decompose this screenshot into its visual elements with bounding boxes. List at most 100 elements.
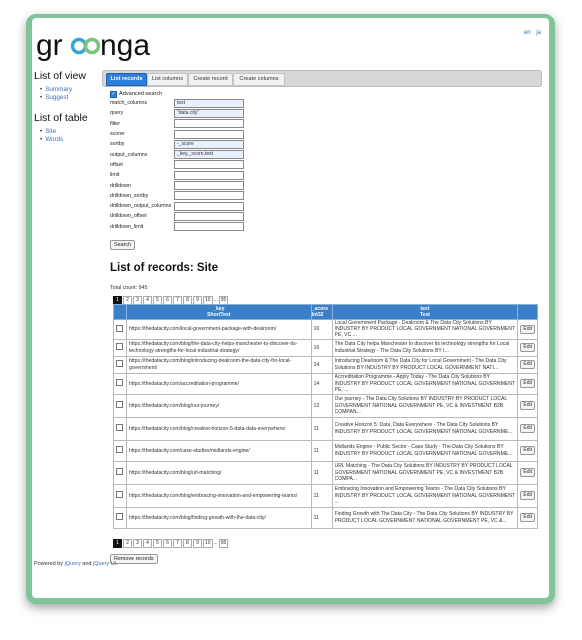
lang-en-link[interactable]: en	[524, 30, 531, 36]
field-input-drilldown-output-columns[interactable]	[174, 201, 244, 211]
form-row: drilldown	[110, 180, 310, 191]
tab-list-records[interactable]: List records	[106, 73, 147, 86]
edit-button[interactable]: Edit	[520, 513, 535, 523]
row-checkbox[interactable]	[116, 360, 124, 367]
key-cell: https://thedatacity.com/blog/url-matchin…	[125, 460, 312, 485]
main-panel: List records List columns Create record …	[102, 70, 542, 564]
pager-page[interactable]: 95	[218, 539, 229, 548]
jqueryui-link[interactable]: jQuery UI	[93, 561, 116, 567]
header-text[interactable]: text Text	[331, 304, 519, 320]
field-input-filter[interactable]	[174, 119, 244, 129]
field-label: output_columns	[110, 151, 148, 158]
search-button[interactable]: Search	[110, 239, 136, 250]
svg-text:nga: nga	[100, 29, 150, 62]
row-select-cell	[113, 393, 127, 418]
advanced-search-toggle[interactable]: ✓ Advanced search	[110, 90, 310, 98]
lang-ja-link[interactable]: ja	[536, 30, 541, 36]
advanced-search-label: Advanced search	[119, 91, 163, 97]
tab-bar: List records List columns Create record …	[102, 70, 542, 87]
table-row: https://thedatacity.com/blog/the-data-ci…	[113, 338, 538, 357]
row-select-cell	[113, 319, 127, 340]
row-checkbox[interactable]	[116, 446, 124, 453]
field-input-query[interactable]: "data city"	[174, 108, 244, 118]
pager-page: ...	[213, 540, 218, 546]
row-checkbox[interactable]	[116, 513, 124, 520]
row-checkbox[interactable]	[116, 491, 124, 498]
form-row: filter	[110, 119, 310, 129]
tab-create-columns[interactable]: Create columns	[233, 73, 285, 86]
row-select-cell	[113, 506, 127, 529]
edit-button[interactable]: Edit	[520, 468, 535, 478]
row-checkbox[interactable]	[116, 324, 124, 332]
text-cell: Midlands Engine - Public Sector - Case S…	[331, 439, 519, 462]
records-title: List of records: Site	[110, 262, 218, 274]
edit-cell: Edit	[517, 439, 538, 462]
edit-cell: Edit	[517, 355, 538, 374]
edit-button[interactable]: Edit	[520, 343, 535, 353]
language-switcher: en ja	[520, 30, 541, 36]
score-cell: 11	[310, 483, 333, 508]
score-cell: 11	[310, 460, 333, 485]
pager-page[interactable]: 8	[183, 539, 192, 548]
row-checkbox[interactable]	[116, 379, 124, 386]
pager-page[interactable]: 7	[173, 539, 182, 548]
jquery-link[interactable]: jQuery	[65, 561, 81, 567]
row-checkbox[interactable]	[116, 424, 124, 431]
pager-page[interactable]: 6	[163, 539, 172, 548]
edit-cell: Edit	[517, 460, 538, 485]
field-input-scorer[interactable]	[174, 129, 244, 139]
edit-button[interactable]: Edit	[520, 360, 535, 370]
edit-button[interactable]: Edit	[520, 401, 535, 411]
field-input-sortby[interactable]: -_score	[174, 139, 244, 149]
field-input-limit[interactable]	[174, 170, 244, 180]
sidebar: List of view Summary Suggest List of tab…	[34, 70, 104, 154]
text-cell: URL Matching - The Data City Solutions B…	[331, 460, 519, 485]
row-select-cell	[113, 439, 127, 462]
window-frame: gr nga en ja List of view Summary Sugges…	[26, 14, 555, 604]
form-row: drilldown_limit	[110, 222, 310, 232]
row-select-cell	[113, 338, 127, 357]
pager-page[interactable]: 9	[193, 539, 202, 548]
form-row: drilldown_sortby	[110, 191, 310, 201]
edit-button[interactable]: Edit	[520, 379, 535, 389]
row-select-cell	[113, 355, 127, 374]
footer: Powered by jQuery and jQuery UI.	[34, 561, 118, 567]
sidebar-item-words[interactable]: Words	[40, 136, 104, 144]
sidebar-item-summary[interactable]: Summary	[40, 86, 104, 94]
text-cell: Embracing Innovation and Empowering Team…	[331, 483, 519, 508]
table-row: https://thedatacity.com/local-government…	[113, 319, 538, 340]
edit-button[interactable]: Edit	[520, 491, 535, 501]
row-checkbox[interactable]	[116, 343, 124, 350]
sidebar-item-suggest[interactable]: Suggest	[40, 94, 104, 102]
search-form: ✓ Advanced search match_columns text query…	[110, 90, 310, 251]
footer-prefix: Powered by	[34, 561, 65, 567]
edit-button[interactable]: Edit	[520, 324, 535, 334]
field-input-drilldown-limit[interactable]	[174, 222, 244, 232]
row-checkbox[interactable]	[116, 401, 124, 408]
field-input-drilldown-sortby[interactable]	[174, 191, 244, 201]
field-label: query	[110, 110, 124, 117]
key-cell: https://thedatacity.com/blog/creative-ho…	[125, 416, 312, 441]
edit-button[interactable]: Edit	[520, 446, 535, 456]
form-fields: match_columns text query "data city" filter s…	[110, 98, 310, 232]
field-input-output-columns[interactable]: _key,_score,text	[174, 150, 244, 160]
field-label: offset	[110, 161, 123, 168]
row-checkbox[interactable]	[116, 468, 124, 475]
field-label: drilldown_sortby	[110, 192, 149, 199]
field-input-match-columns[interactable]: text	[174, 98, 244, 108]
field-label: drilldown_offset	[110, 213, 147, 220]
view-heading: List of view	[34, 70, 86, 82]
score-cell: 11	[310, 439, 333, 462]
header-score[interactable]: _score Int32	[310, 304, 333, 320]
sidebar-item-site[interactable]: Site	[40, 128, 104, 136]
tab-create-record[interactable]: Create record	[188, 73, 233, 86]
table-header-row: _key ShortText _score Int32 text Text	[113, 304, 538, 320]
header-key[interactable]: _key ShortText	[125, 304, 312, 320]
checkbox-checked-icon[interactable]: ✓	[110, 90, 117, 98]
pager-page[interactable]: 10	[203, 539, 213, 548]
field-input-offset[interactable]	[174, 160, 244, 170]
edit-button[interactable]: Edit	[520, 424, 535, 434]
field-input-drilldown-offset[interactable]	[174, 211, 244, 221]
tab-list-columns[interactable]: List columns	[147, 73, 188, 86]
field-input-drilldown[interactable]	[174, 181, 244, 191]
